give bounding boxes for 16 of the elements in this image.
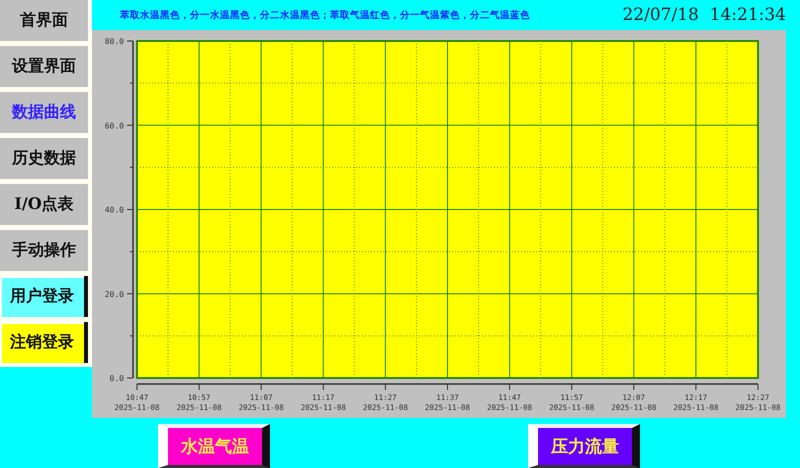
nav-button[interactable]: 数据曲线 bbox=[0, 92, 88, 133]
nav-button[interactable]: I/O点表 bbox=[0, 184, 88, 225]
chart-switch-button[interactable]: 压力流量 bbox=[528, 424, 640, 468]
nav-button[interactable]: 历史数据 bbox=[0, 138, 88, 179]
date-time: 22/07/18 14:21:34 bbox=[622, 5, 786, 25]
legend-text: 萃取水温黑色，分一水温黑色，分二水温黑色；萃取气温红色，分一气温紫色，分二气温蓝色 bbox=[120, 8, 530, 22]
y-tick-label: 20.0 bbox=[104, 290, 124, 299]
nav-button[interactable]: 首界面 bbox=[0, 0, 88, 41]
nav-button[interactable]: 手动操作 bbox=[0, 230, 88, 271]
y-tick-label: 40.0 bbox=[104, 206, 124, 214]
y-tick-label: 80.0 bbox=[104, 37, 124, 46]
y-tick-label: 60.0 bbox=[104, 121, 124, 130]
nav-button[interactable]: 注销登录 bbox=[0, 322, 88, 363]
nav-button[interactable]: 设置界面 bbox=[0, 46, 88, 87]
nav-button[interactable]: 用户登录 bbox=[0, 276, 88, 317]
y-tick-label: 0.0 bbox=[110, 374, 124, 383]
